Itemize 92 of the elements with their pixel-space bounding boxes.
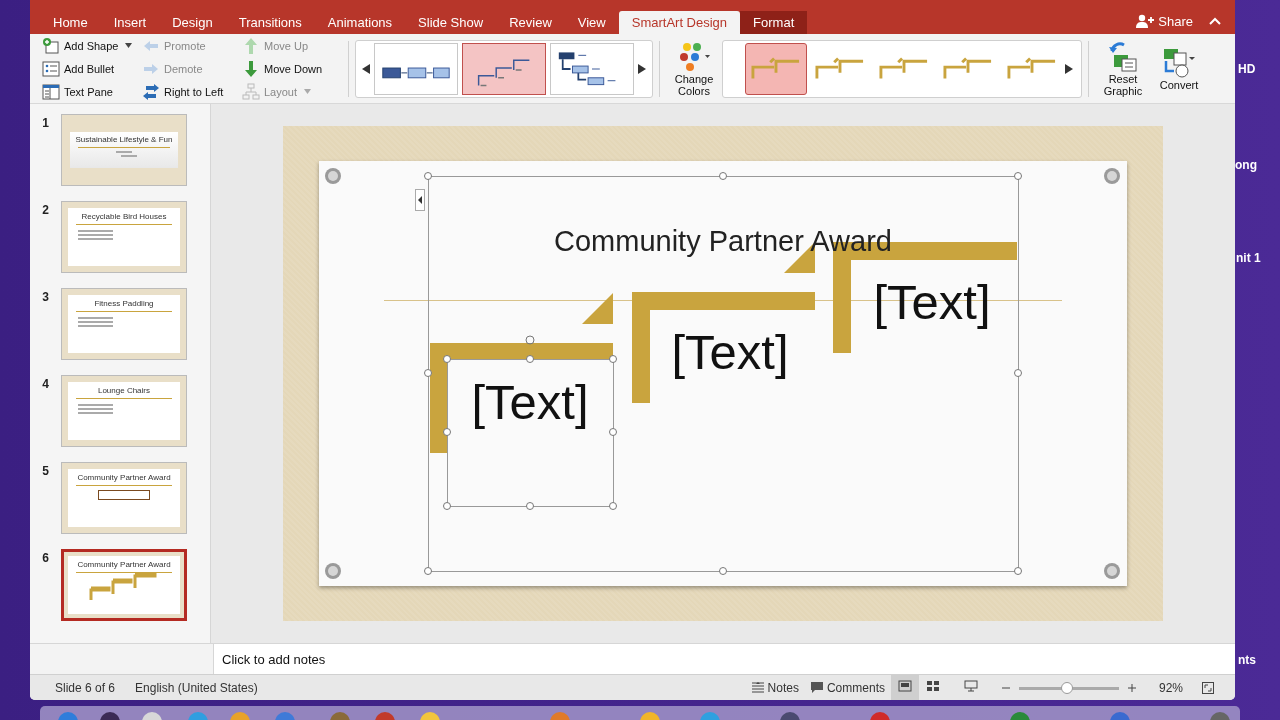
normal-view-icon <box>897 680 912 692</box>
bullet-list-icon <box>42 59 60 78</box>
presentation-screen-icon <box>963 680 978 692</box>
layout-option[interactable] <box>550 42 634 95</box>
color-dots-icon <box>677 40 711 73</box>
thumbnail-title: Recyclable Bird Houses <box>81 212 167 221</box>
desktop-icon-label[interactable]: nts <box>1238 653 1256 667</box>
slide-thumbnail[interactable]: Fitness Paddling <box>61 288 187 360</box>
thumbnail-title: Community Partner Award <box>77 473 171 482</box>
slide-thumbnail[interactable]: Community Partner Award <box>61 462 187 534</box>
slide-number: 6 <box>41 550 50 565</box>
arrow-up-icon <box>242 36 260 55</box>
ribbon-tab[interactable]: Home <box>40 11 101 34</box>
ribbon-tab[interactable]: SmartArt Design <box>618 11 741 34</box>
add-shape-icon <box>42 36 60 55</box>
text-pane-toggle-icon[interactable] <box>415 189 425 211</box>
grid-icon <box>925 680 940 692</box>
slide-thumbnail[interactable]: Sustainable Lifestyle & Fun <box>61 114 187 186</box>
step-up-style-drawing <box>1007 56 1057 80</box>
text-placeholder[interactable]: [Text] <box>645 324 815 380</box>
ribbon-tab[interactable]: Slide Show <box>405 11 497 34</box>
ribbon-tab[interactable]: Format <box>740 11 808 34</box>
slide-thumbnail[interactable]: Community Partner Award <box>61 549 187 621</box>
ribbon-tab[interactable]: Animations <box>314 11 406 34</box>
ribbon-tab[interactable]: Design <box>159 11 226 34</box>
selection-frame[interactable] <box>424 172 1022 575</box>
thumbnail-title: Fitness Paddling <box>94 299 154 308</box>
reset-graphic-button[interactable]: Reset Graphic <box>1095 40 1151 97</box>
style-option[interactable] <box>745 42 807 95</box>
desktop-icon-label[interactable]: nit 1 <box>1236 251 1261 265</box>
slide-number: 3 <box>41 289 50 304</box>
thumbnail-title: Lounge Chairs <box>97 386 150 395</box>
caret-icon <box>304 89 312 94</box>
slide-thumbnail[interactable]: Lounge Chairs <box>61 375 187 447</box>
pin-icon <box>323 166 343 186</box>
slide-number: 5 <box>41 463 50 478</box>
pin-icon <box>323 561 343 581</box>
text-pane-icon <box>42 82 60 101</box>
thumbnail-title: Sustainable Lifestyle & Fun <box>75 135 173 144</box>
convert-icon <box>1162 46 1196 79</box>
convert-button[interactable]: Convert <box>1151 46 1207 91</box>
add-person-icon <box>1136 14 1155 28</box>
normal-view-button[interactable] <box>890 675 919 700</box>
ribbon-command[interactable]: Move Down <box>242 58 342 79</box>
ribbon-command[interactable]: Right to Left <box>142 81 242 102</box>
thumbnail-title: Community Partner Award <box>77 560 171 569</box>
share-button[interactable]: Share <box>1130 8 1199 34</box>
ribbon-tab[interactable]: Insert <box>100 11 160 34</box>
pin-icon <box>1102 166 1122 186</box>
slide-thumbnail[interactable]: Recyclable Bird Houses <box>61 201 187 273</box>
org-chart-icon <box>242 82 260 101</box>
fit-to-window-icon[interactable] <box>1201 680 1215 695</box>
slide-number: 1 <box>41 115 50 130</box>
desktop-icon-label[interactable]: ong <box>1235 158 1257 172</box>
swap-arrows-icon <box>142 82 160 101</box>
notes-field[interactable]: Click to add notes <box>213 644 1235 674</box>
language-label[interactable]: English (United States) <box>135 680 258 695</box>
ribbon-command[interactable]: Text Pane <box>42 81 142 102</box>
text-placeholder[interactable]: [Text] <box>847 274 1017 330</box>
arrow-down-icon <box>242 59 260 78</box>
zoom-percent: 92% <box>1158 680 1183 695</box>
hierarchy-layout-drawing <box>558 51 616 85</box>
comments-button[interactable]: Comments <box>804 675 891 700</box>
notes-button[interactable]: Notes <box>745 675 805 700</box>
scroll-left-icon[interactable] <box>362 63 370 74</box>
thumbnail-text-box <box>98 490 150 500</box>
ribbon-tab[interactable]: View <box>564 11 619 34</box>
collapse-ribbon-icon[interactable] <box>1209 17 1221 25</box>
step-up-style-drawing <box>815 56 865 80</box>
notes-icon <box>751 682 764 693</box>
scroll-right-icon[interactable] <box>1065 63 1073 74</box>
step-up-layout-drawing <box>477 59 531 86</box>
step-up-style-drawing <box>751 56 801 80</box>
slide-number: 2 <box>41 202 50 217</box>
slide-number: 4 <box>41 376 50 391</box>
layout-option[interactable] <box>374 42 458 95</box>
reset-graphic-icon <box>1106 40 1140 73</box>
ribbon-tab[interactable]: Transitions <box>225 11 315 34</box>
change-colors-button[interactable]: Change Colors <box>666 40 722 97</box>
caret-icon <box>125 43 133 48</box>
slide-counter: Slide 6 of 6 <box>55 680 116 695</box>
pin-icon <box>1102 561 1122 581</box>
comment-icon <box>810 682 823 693</box>
scroll-right-icon[interactable] <box>638 63 646 74</box>
ribbon-command[interactable]: Add Bullet <box>42 58 142 79</box>
process-layout-drawing <box>382 67 450 78</box>
step-up-style-drawing <box>879 56 929 80</box>
ribbon-command[interactable]: Add Shape <box>42 35 142 56</box>
desktop-icon-label[interactable]: HD <box>1238 62 1256 76</box>
step-up-thumbnail-drawing <box>89 572 159 600</box>
ribbon-tab[interactable]: Review <box>496 11 565 34</box>
step-up-style-drawing <box>943 56 993 80</box>
